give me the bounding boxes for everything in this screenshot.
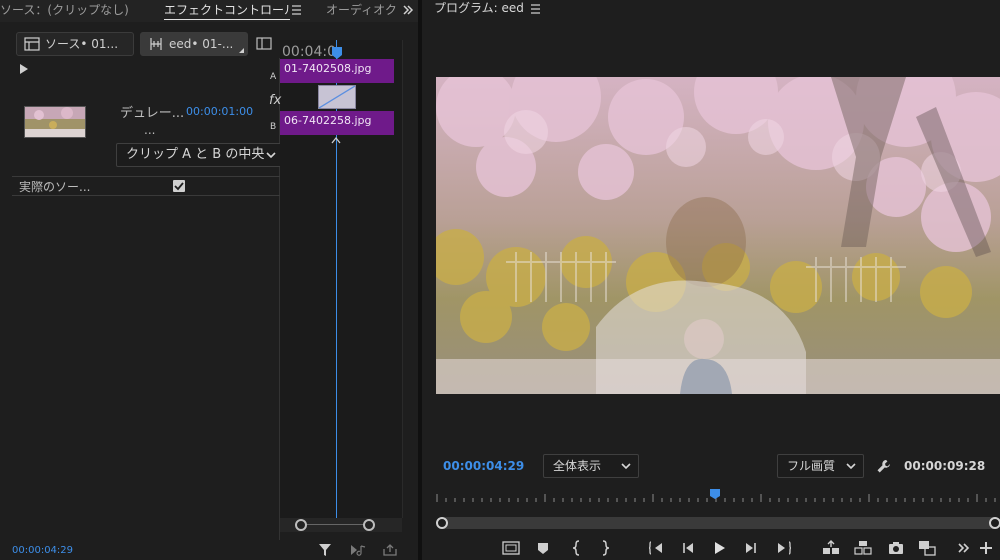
track-a-label: A <box>270 72 277 82</box>
play-preview-icon[interactable] <box>19 63 29 78</box>
checkmark-icon <box>174 182 184 191</box>
lift-icon[interactable] <box>821 538 841 558</box>
transition-block[interactable] <box>318 85 356 109</box>
step-back-icon[interactable] <box>678 538 698 558</box>
zoom-handle-right[interactable] <box>363 519 375 531</box>
chevron-down-icon <box>846 455 856 484</box>
alignment-dropdown[interactable]: クリップ A と B の中央 <box>116 143 284 167</box>
toggle-timeline-icon[interactable] <box>256 37 272 53</box>
zoom-handle-left[interactable] <box>295 519 307 531</box>
program-playhead-icon[interactable] <box>709 488 721 503</box>
left-panel-tab-bar: ソース：(クリップなし) エフェクトコントロール オーディオク <box>0 0 418 22</box>
program-duration: 00:00:09:28 <box>904 459 986 473</box>
program-current-time[interactable]: 00:00:04:29 <box>443 459 524 473</box>
program-monitor-title[interactable]: プログラム: eed <box>434 0 524 16</box>
timeline-timecode: 00:04:0 <box>282 44 336 60</box>
program-zoom-handle-right[interactable] <box>989 517 1000 529</box>
zoom-bar-track <box>306 524 370 525</box>
wrench-settings-icon[interactable] <box>876 458 892 477</box>
comparison-view-icon[interactable] <box>917 538 937 558</box>
source-clip-tab[interactable]: ソース• 01... <box>16 32 134 56</box>
actual-source-label: 実際のソー... <box>19 180 91 194</box>
safe-margins-icon[interactable] <box>501 538 521 558</box>
play-icon[interactable] <box>709 538 729 558</box>
button-editor-plus-icon[interactable] <box>976 538 996 558</box>
effect-controls-timecode[interactable]: 00:00:04:29 <box>12 545 73 556</box>
export-icon[interactable] <box>382 543 398 560</box>
sequence-clip-icon <box>150 38 162 50</box>
actual-source-checkbox[interactable] <box>173 180 185 192</box>
sequence-clip-tab[interactable]: eed• 01-... <box>140 32 248 56</box>
clip-a[interactable]: 01-7402508.jpg <box>280 59 394 83</box>
playback-quality-value: フル画質 <box>787 459 836 473</box>
clip-b[interactable]: 06-7402258.jpg <box>280 111 394 135</box>
step-forward-icon[interactable] <box>741 538 761 558</box>
mark-out-icon[interactable] <box>595 538 615 558</box>
vertical-scrollbar[interactable] <box>402 40 418 518</box>
go-to-in-icon[interactable] <box>646 538 666 558</box>
filter-icon[interactable] <box>318 543 332 560</box>
zoom-level-value: 全体表示 <box>553 459 602 473</box>
export-frame-icon[interactable] <box>886 538 906 558</box>
program-zoom-handle-left[interactable] <box>436 517 448 529</box>
clip-b-name: 06-7402258.jpg <box>284 114 372 127</box>
playback-quality-dropdown[interactable]: フル画質 <box>777 454 864 478</box>
extract-icon[interactable] <box>853 538 873 558</box>
alignment-value: クリップ A と B の中央 <box>126 147 265 162</box>
chevron-down-icon <box>266 144 276 174</box>
tab-audio[interactable]: オーディオク <box>326 0 398 22</box>
mark-in-icon[interactable] <box>567 538 587 558</box>
clip-a-name: 01-7402508.jpg <box>284 62 372 75</box>
track-b-label: B <box>270 122 277 132</box>
program-zoom-scrollbar[interactable] <box>440 517 1000 529</box>
duration-label: デュレー... <box>120 106 185 121</box>
source-clip-icon <box>24 37 40 51</box>
more-buttons-chevron-icon[interactable] <box>955 538 975 558</box>
panel-menu-icon[interactable] <box>292 4 302 18</box>
tab-source[interactable]: ソース：(クリップなし) <box>0 0 129 22</box>
add-marker-icon[interactable] <box>533 538 553 558</box>
trim-handle-icon[interactable] <box>331 133 341 147</box>
transition-diagonal-icon <box>318 85 356 109</box>
program-menu-icon[interactable] <box>531 3 540 17</box>
chevron-down-icon <box>621 455 631 484</box>
more-tabs-chevron-icon[interactable] <box>402 4 414 19</box>
corner-triangle-icon <box>239 48 244 53</box>
more-options-label: ... <box>144 123 156 137</box>
play-audio-icon[interactable] <box>350 543 368 560</box>
separator-line <box>12 176 280 177</box>
duration-value[interactable]: 00:00:01:00 <box>186 105 253 118</box>
transition-thumbnail <box>24 106 86 138</box>
zoom-level-dropdown[interactable]: 全体表示 <box>543 454 639 478</box>
source-clip-label: ソース• 01... <box>45 37 119 51</box>
sequence-clip-label: eed• 01-... <box>169 37 234 51</box>
program-video-frame[interactable] <box>436 77 1000 394</box>
fx-icon: fx <box>269 93 282 108</box>
tab-effect-controls[interactable]: エフェクトコントロール <box>164 0 290 22</box>
go-to-out-icon[interactable] <box>774 538 794 558</box>
separator-line-2 <box>12 195 280 196</box>
